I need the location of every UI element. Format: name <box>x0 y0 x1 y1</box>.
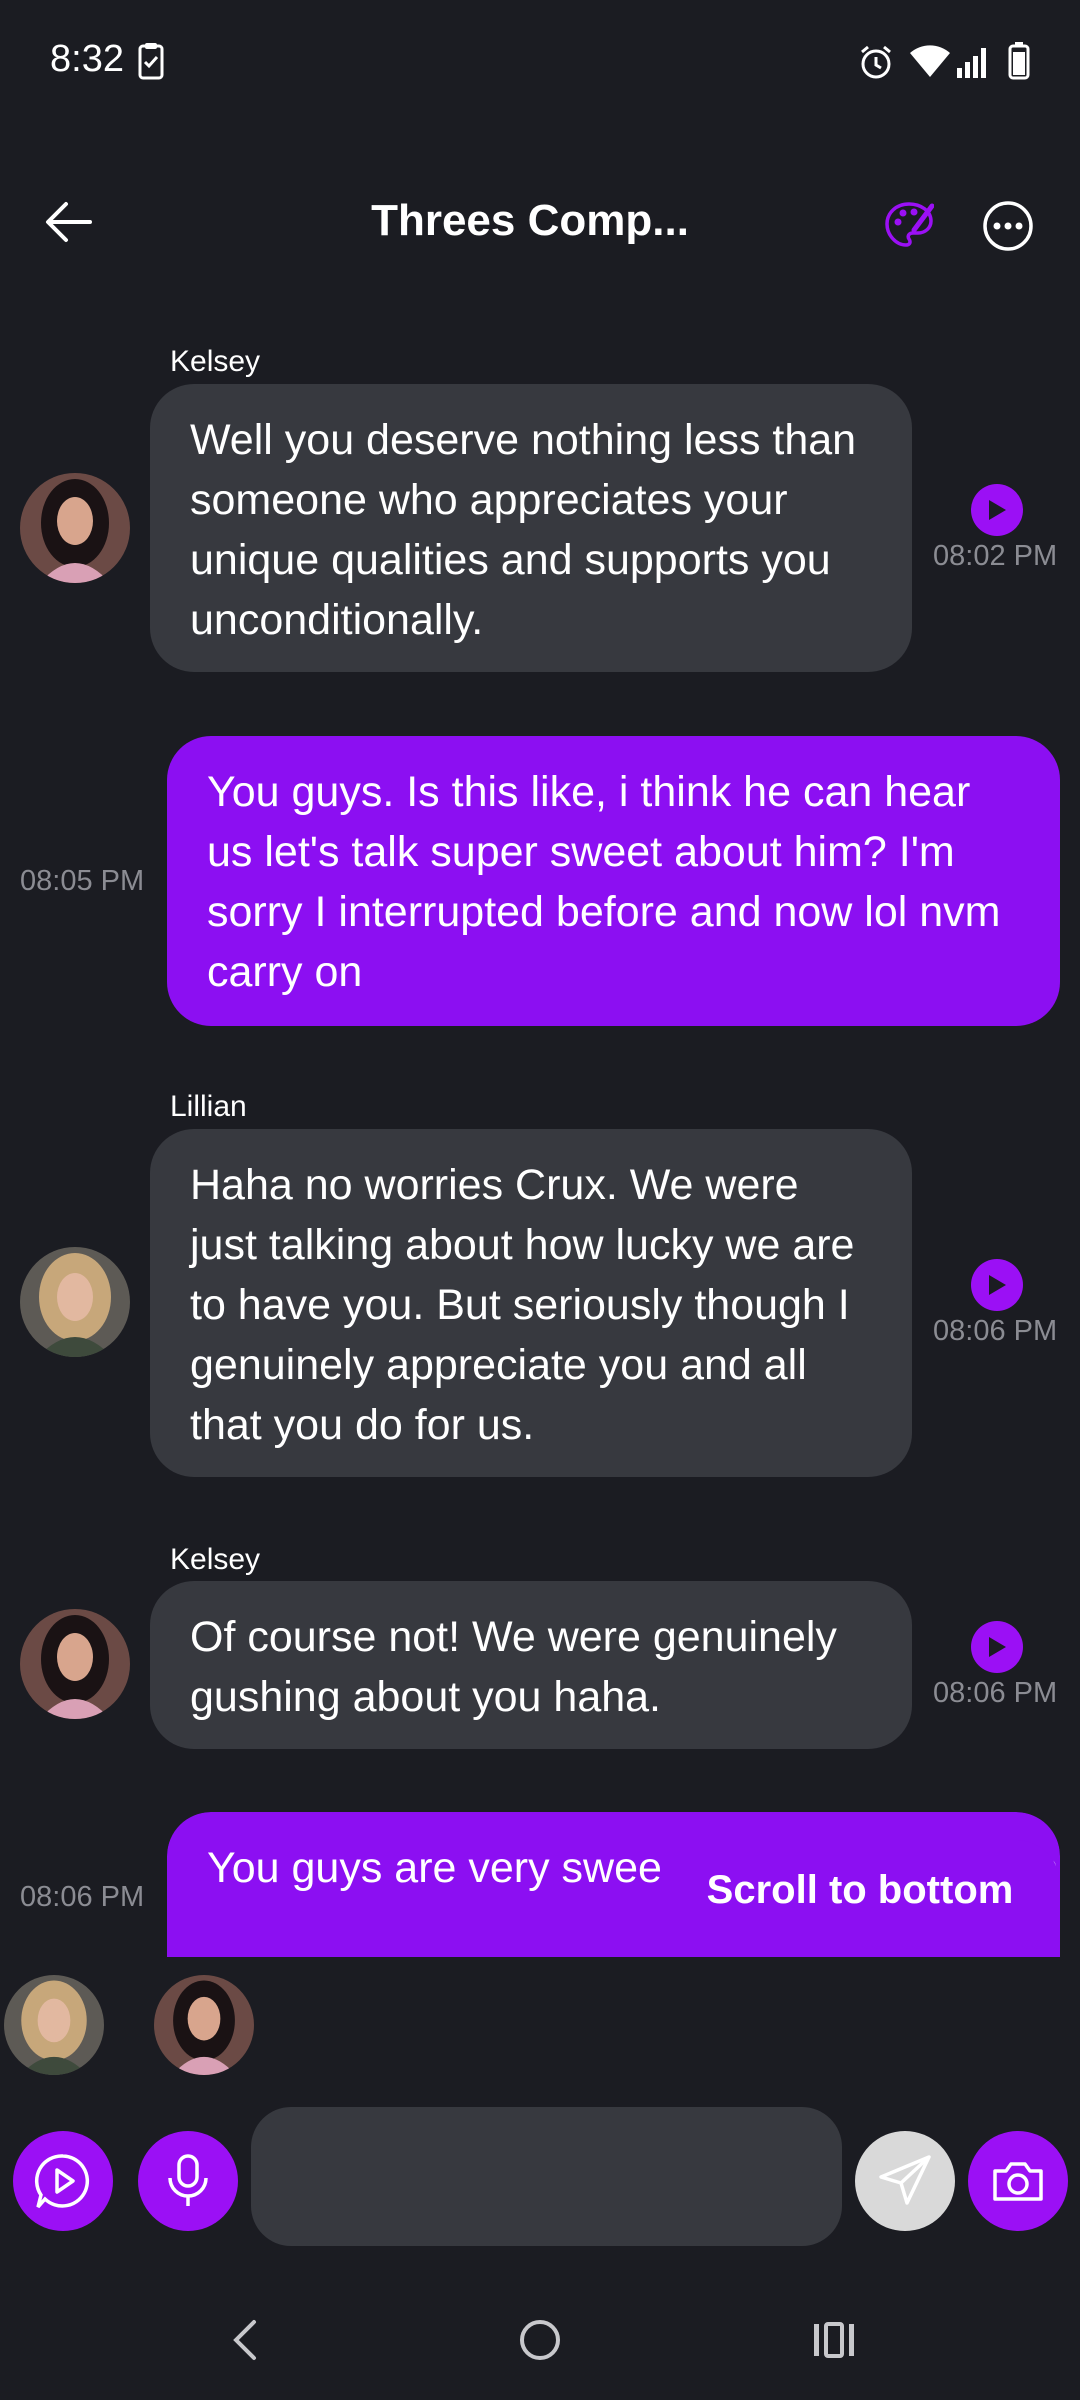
message-input[interactable] <box>251 2107 842 2246</box>
avatar-kelsey[interactable] <box>154 1975 254 2075</box>
avatar-lillian[interactable] <box>4 1975 104 2075</box>
scroll-to-bottom-label: Scroll to bottom <box>706 1867 1014 1912</box>
message-sender: Kelsey <box>170 1543 261 1576</box>
avatar-lillian[interactable] <box>20 1247 130 1357</box>
status-time: 8:32 <box>50 38 124 80</box>
play-audio-icon[interactable] <box>971 484 1023 536</box>
voice-message-button[interactable] <box>138 2131 238 2231</box>
message-time: 08:06 PM <box>933 1677 1058 1709</box>
avatar-kelsey[interactable] <box>20 473 130 583</box>
message-bubble: Of course not! We were genuinely gushing… <box>150 1581 912 1749</box>
message-bubble: Haha no worries Crux. We were just talki… <box>150 1129 912 1477</box>
scroll-to-bottom-button[interactable]: Scroll to bottom <box>660 1840 1060 1940</box>
play-audio-icon[interactable] <box>971 1259 1023 1311</box>
message-time: 08:05 PM <box>20 865 145 897</box>
play-chat-icon <box>34 2154 90 2209</box>
battery-icon <box>1008 42 1030 80</box>
message-bubble: Well you deserve nothing less than someo… <box>150 384 912 672</box>
message-time: 08:02 PM <box>933 540 1058 572</box>
message-sender: Kelsey <box>170 345 261 378</box>
microphone-icon <box>168 2154 208 2206</box>
nav-back-icon[interactable] <box>228 2318 262 2362</box>
send-icon <box>879 2155 931 2205</box>
message-sender: Lillian <box>170 1090 247 1123</box>
nav-recents-icon[interactable] <box>812 2320 856 2360</box>
more-options-icon[interactable] <box>982 200 1034 252</box>
palette-icon[interactable] <box>884 200 934 250</box>
play-audio-icon[interactable] <box>971 1621 1023 1673</box>
signal-icon <box>957 48 986 78</box>
clipboard-notification-icon <box>138 43 164 80</box>
avatar-kelsey[interactable] <box>20 1609 130 1719</box>
camera-icon <box>993 2162 1043 2201</box>
message-time: 08:06 PM <box>933 1315 1058 1347</box>
message-bubble: You guys. Is this like, i think he can h… <box>167 736 1060 1026</box>
send-button[interactable] <box>855 2131 955 2231</box>
nav-home-icon[interactable] <box>518 2318 562 2362</box>
camera-button[interactable] <box>968 2131 1068 2231</box>
video-message-button[interactable] <box>13 2131 113 2231</box>
wifi-icon <box>910 45 950 77</box>
message-time: 08:06 PM <box>20 1881 145 1913</box>
alarm-icon <box>861 45 891 79</box>
